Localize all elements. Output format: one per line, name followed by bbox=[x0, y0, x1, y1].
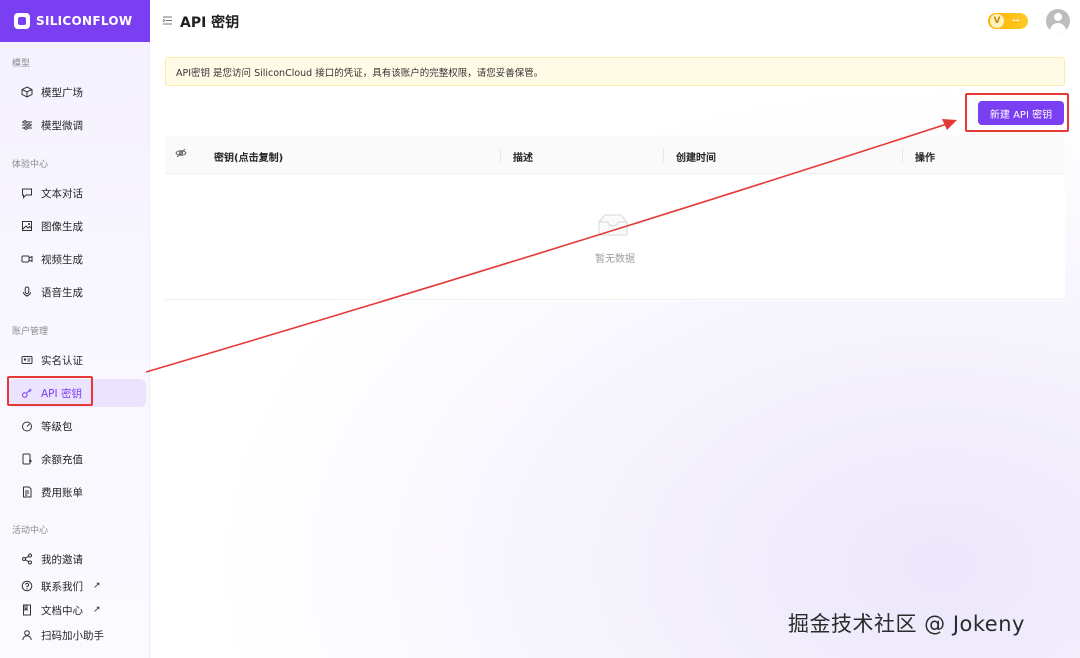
video-icon bbox=[21, 253, 33, 265]
sidebar-item-video-gen[interactable]: 视频生成 bbox=[8, 245, 146, 273]
brand-name: SILICONFLOW bbox=[36, 14, 133, 28]
sidebar-item-assistant[interactable]: 扫码加小助手 bbox=[8, 621, 146, 649]
image-icon bbox=[21, 220, 33, 232]
sidebar-item-label: 图像生成 bbox=[41, 220, 83, 233]
sidebar-item-model-finetune[interactable]: 模型微调 bbox=[8, 111, 146, 139]
vip-level-value: -- bbox=[1012, 16, 1020, 26]
menu-collapse-icon[interactable] bbox=[162, 15, 173, 29]
sidebar-item-realname[interactable]: 实名认证 bbox=[8, 346, 146, 374]
vip-badge[interactable]: V -- bbox=[988, 13, 1028, 29]
empty-box-icon bbox=[595, 212, 631, 238]
sidebar-item-billing[interactable]: 费用账单 bbox=[8, 478, 146, 506]
user-icon bbox=[21, 629, 33, 641]
sidebar-item-speech-gen[interactable]: 语音生成 bbox=[8, 278, 146, 306]
eye-slash-icon[interactable] bbox=[175, 147, 187, 162]
column-header-key: 密钥(点击复制) bbox=[214, 153, 284, 164]
sidebar-item-label: 模型微调 bbox=[41, 119, 83, 132]
vip-level-icon: V bbox=[990, 14, 1004, 28]
column-divider bbox=[500, 148, 501, 162]
sidebar-item-my-invites[interactable]: 我的邀请 bbox=[8, 545, 146, 573]
gauge-icon bbox=[21, 420, 33, 432]
sliders-icon bbox=[21, 119, 33, 131]
section-title-models: 模型 bbox=[12, 59, 31, 69]
sidebar: SILICONFLOW 模型 模型广场 模型微调 体验中心 文本对话 图像生成 … bbox=[0, 0, 150, 658]
chat-icon bbox=[21, 187, 33, 199]
sidebar-item-label: 费用账单 bbox=[41, 486, 83, 499]
sidebar-item-model-square[interactable]: 模型广场 bbox=[8, 78, 146, 106]
siliconflow-logo-icon bbox=[14, 13, 30, 29]
new-api-key-button[interactable]: 新建 API 密钥 bbox=[978, 101, 1064, 125]
column-header-created-at: 创建时间 bbox=[676, 153, 716, 164]
info-notice: API密钥 是您访问 SiliconCloud 接口的凭证，具有该账户的完整权限… bbox=[165, 57, 1065, 86]
topbar: API 密钥 V -- bbox=[150, 0, 1080, 42]
sidebar-item-recharge[interactable]: 余额充值 bbox=[8, 445, 146, 473]
sidebar-item-label: 文档中心 bbox=[41, 604, 83, 617]
user-avatar[interactable] bbox=[1046, 9, 1070, 33]
app-window: SILICONFLOW 模型 模型广场 模型微调 体验中心 文本对话 图像生成 … bbox=[0, 0, 1080, 658]
sidebar-item-label: 扫码加小助手 bbox=[41, 629, 104, 642]
table-empty-state: 暂无数据 bbox=[165, 174, 1065, 300]
section-title-account: 账户管理 bbox=[12, 327, 49, 337]
sidebar-item-level-pack[interactable]: 等级包 bbox=[8, 412, 146, 440]
sidebar-item-text-chat[interactable]: 文本对话 bbox=[8, 179, 146, 207]
empty-state-text: 暂无数据 bbox=[595, 254, 635, 265]
section-title-playground: 体验中心 bbox=[12, 160, 49, 170]
page-title: API 密钥 bbox=[180, 15, 240, 31]
api-key-table: 密钥(点击复制) 描述 创建时间 操作 暂无数据 bbox=[165, 136, 1065, 301]
watermark-text: 掘金技术社区 @ Jokeny bbox=[788, 612, 1025, 636]
external-link-icon: ↗ bbox=[93, 605, 101, 615]
sidebar-item-image-gen[interactable]: 图像生成 bbox=[8, 212, 146, 240]
section-title-activity: 活动中心 bbox=[12, 526, 49, 536]
wallet-icon bbox=[21, 453, 33, 465]
column-divider bbox=[902, 148, 903, 162]
sidebar-item-label: API 密钥 bbox=[41, 387, 82, 400]
sidebar-item-docs[interactable]: 文档中心 ↗ bbox=[8, 596, 146, 624]
sidebar-item-label: 模型广场 bbox=[41, 86, 83, 99]
column-divider bbox=[663, 148, 664, 162]
mic-icon bbox=[21, 286, 33, 298]
sidebar-item-label: 文本对话 bbox=[41, 187, 83, 200]
sidebar-item-label: 实名认证 bbox=[41, 354, 83, 367]
sidebar-item-label: 我的邀请 bbox=[41, 553, 83, 566]
column-header-description: 描述 bbox=[513, 153, 533, 164]
external-link-icon: ↗ bbox=[93, 581, 101, 591]
sidebar-item-label: 语音生成 bbox=[41, 286, 83, 299]
key-icon bbox=[21, 387, 33, 399]
sidebar-item-label: 联系我们 bbox=[41, 580, 83, 593]
bill-icon bbox=[21, 486, 33, 498]
cube-icon bbox=[21, 86, 33, 98]
column-header-actions: 操作 bbox=[915, 153, 935, 164]
notice-text: API密钥 是您访问 SiliconCloud 接口的凭证，具有该账户的完整权限… bbox=[176, 67, 544, 79]
brand-logo[interactable]: SILICONFLOW bbox=[0, 0, 150, 42]
sidebar-item-label: 余额充值 bbox=[41, 453, 83, 466]
share-icon bbox=[21, 553, 33, 565]
main-content: API密钥 是您访问 SiliconCloud 接口的凭证，具有该账户的完整权限… bbox=[150, 42, 1080, 658]
id-card-icon bbox=[21, 354, 33, 366]
doc-icon bbox=[21, 604, 33, 616]
sidebar-item-label: 视频生成 bbox=[41, 253, 83, 266]
sidebar-item-label: 等级包 bbox=[41, 420, 73, 433]
table-header: 密钥(点击复制) 描述 创建时间 操作 bbox=[165, 136, 1065, 174]
sidebar-item-api-keys[interactable]: API 密钥 bbox=[8, 379, 146, 407]
help-icon bbox=[21, 580, 33, 592]
